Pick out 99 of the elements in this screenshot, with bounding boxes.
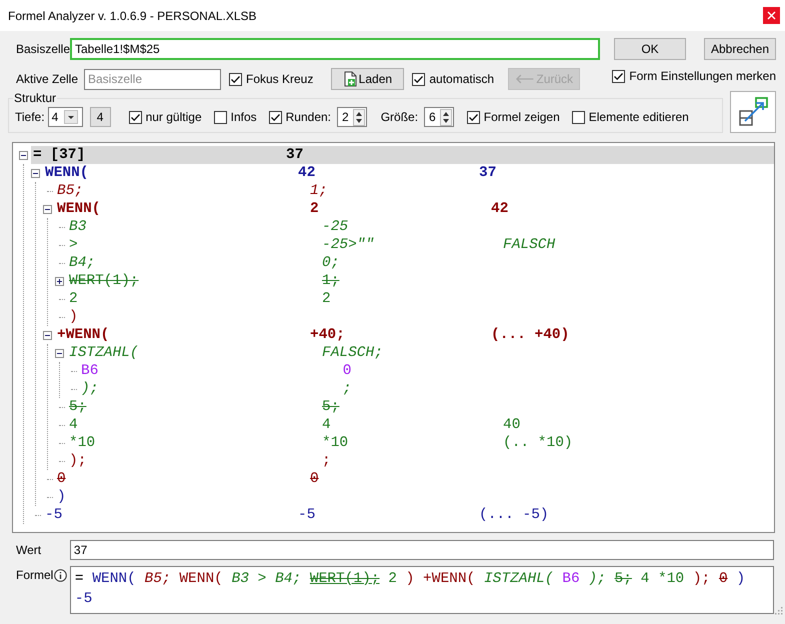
collapse-icon[interactable] xyxy=(43,330,52,340)
node-value: 0 xyxy=(342,363,352,379)
expand-icon[interactable] xyxy=(55,276,64,286)
node-value: 2 xyxy=(322,291,331,307)
checkbox[interactable] xyxy=(268,110,282,124)
node-value: 4 xyxy=(322,417,331,433)
node-value: 0 xyxy=(310,471,319,487)
node-result: 37 xyxy=(479,165,498,181)
field-label: Aktive Zelle xyxy=(16,72,80,86)
checkbox-label: automatisch xyxy=(429,72,494,86)
node-value: 0; xyxy=(322,255,340,271)
checkbox-label: Runden: xyxy=(286,110,332,124)
input-field[interactable]: 37 xyxy=(70,540,774,560)
node-label: ); xyxy=(81,381,98,397)
resize-grip-icon[interactable] xyxy=(774,606,783,615)
checkbox-label: Form Einstellungen merken xyxy=(629,69,776,83)
field-label: Basiszelle xyxy=(16,42,70,56)
tool-button[interactable] xyxy=(730,91,776,133)
field-label: Formel xyxy=(16,568,54,582)
node-label: B5; xyxy=(57,183,84,199)
checkbox[interactable] xyxy=(229,72,242,86)
node-result: 40 xyxy=(503,417,522,433)
node-label: B4; xyxy=(69,255,96,271)
checkbox[interactable] xyxy=(572,110,585,124)
node-value: +40; xyxy=(310,327,345,343)
node-value: *10 xyxy=(322,435,348,451)
node-value: FALSCH; xyxy=(322,345,383,361)
node-label: = [37] xyxy=(33,147,86,163)
checkbox[interactable] xyxy=(412,72,426,86)
group-label: Struktur xyxy=(13,91,58,105)
collapse-icon[interactable] xyxy=(55,348,64,358)
checkbox[interactable] xyxy=(128,110,142,124)
info-icon[interactable] xyxy=(54,568,68,582)
checkbox[interactable] xyxy=(466,110,480,124)
close-button[interactable] xyxy=(763,7,780,24)
node-label: *10 xyxy=(69,435,96,451)
field-label: Größe: xyxy=(380,110,418,124)
checkbox-label: nur gültige xyxy=(146,110,202,124)
node-label: B6 xyxy=(81,363,98,379)
node-value: ; xyxy=(322,453,331,469)
node-result: FALSCH xyxy=(503,237,556,253)
node-value: -5 xyxy=(298,507,316,523)
node-value: 5; xyxy=(322,399,340,415)
node-label: 5; xyxy=(69,399,86,415)
document-plus-icon xyxy=(344,71,357,87)
node-label: +WENN( xyxy=(57,327,110,343)
node-value: 2 xyxy=(310,201,319,217)
field-label: Wert xyxy=(16,543,42,557)
checkbox-label: Infos xyxy=(230,110,257,124)
node-label: ) xyxy=(57,489,66,505)
input-field[interactable]: Tabelle1!$M$25 xyxy=(70,38,600,60)
node-result: 42 xyxy=(491,201,510,217)
node-label: 4 xyxy=(69,417,78,433)
node-result: (.. *10) xyxy=(503,435,574,451)
collapse-icon[interactable] xyxy=(31,168,40,178)
checkbox-label: Formel zeigen xyxy=(484,110,560,124)
spin-field[interactable]: 2 xyxy=(337,107,367,127)
node-value: 37 xyxy=(286,147,304,163)
selected-row[interactable]: = [37] 37 xyxy=(31,146,774,164)
spin-arrows-icon xyxy=(352,108,365,126)
node-result: (... +40) xyxy=(491,327,570,343)
node-label: 2 xyxy=(69,291,78,307)
node-label: -5 xyxy=(45,507,62,523)
node-value: 1; xyxy=(310,183,328,199)
formula-field[interactable]: = WENN( B5; WENN( B3 > B4; WERT(1); 2 ) +WENN( ISTZAHL( B6 ); 5; 4 *10 ); 0 ) -5 xyxy=(70,566,774,614)
checkbox-label: Fokus Kreuz xyxy=(246,72,314,86)
checkbox[interactable] xyxy=(214,110,227,124)
node-label: WERT(1); xyxy=(69,273,139,289)
depth-dropdown[interactable]: 4 xyxy=(48,107,83,127)
node-label: B3 xyxy=(69,219,86,235)
caret-icon xyxy=(64,110,78,124)
node-label: ISTZAHL( xyxy=(69,345,139,361)
field-label: Tiefe: xyxy=(15,110,45,124)
node-value: ; xyxy=(342,381,352,397)
checkbox[interactable] xyxy=(612,70,626,82)
depth-button[interactable]: 4 xyxy=(90,107,111,127)
arrow-box-icon xyxy=(737,96,769,128)
node-result: (... -5) xyxy=(479,507,550,523)
spin-field[interactable]: 6 xyxy=(424,107,454,127)
collapse-icon[interactable] xyxy=(43,204,52,214)
node-value: -25>"" xyxy=(322,237,374,253)
node-label: ) xyxy=(69,309,78,325)
load-button[interactable]: Laden xyxy=(331,68,404,90)
ok-button[interactable]: OK xyxy=(614,38,686,60)
node-label: WENN( xyxy=(45,165,89,181)
node-label: > xyxy=(69,237,78,253)
node-label: WENN( xyxy=(57,201,101,217)
node-label: 0 xyxy=(57,471,66,487)
cancel-button[interactable]: Abbrechen xyxy=(704,38,776,60)
close-icon xyxy=(767,11,776,20)
node-label: ); xyxy=(69,453,86,469)
collapse-icon[interactable] xyxy=(19,150,28,160)
spin-arrows-icon xyxy=(440,108,452,126)
left-arrow-icon xyxy=(515,74,534,84)
node-value: -25 xyxy=(322,219,348,235)
node-value: 1; xyxy=(322,273,340,289)
checkbox-label: Elemente editieren xyxy=(588,110,689,124)
node-value: 42 xyxy=(298,165,316,181)
window-title: Formel Analyzer v. 1.0.6.9 - PERSONAL.XLSB xyxy=(8,8,257,22)
